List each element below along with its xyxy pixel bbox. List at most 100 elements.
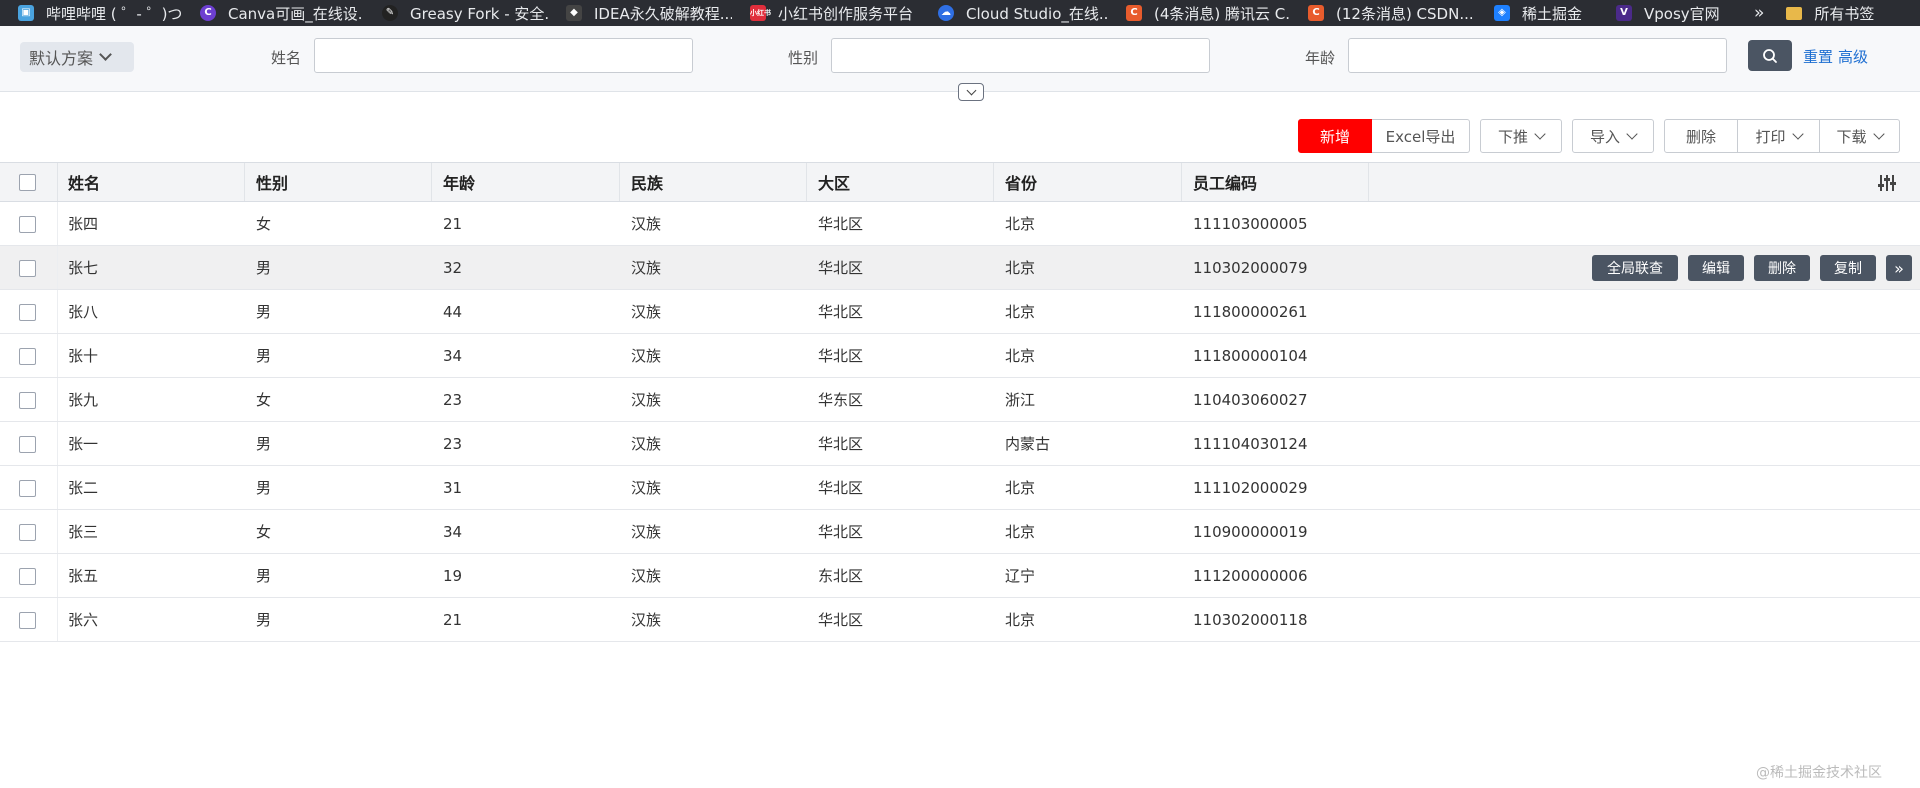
column-settings-icon[interactable]	[1877, 173, 1897, 193]
row-checkbox[interactable]	[19, 567, 36, 585]
plan-select[interactable]: 默认方案	[20, 42, 134, 72]
print-button[interactable]: 打印	[1738, 119, 1820, 153]
reset-link[interactable]: 重置	[1803, 46, 1833, 67]
column-header-ethnicity[interactable]: 民族	[631, 163, 663, 201]
cell-ethnicity: 汉族	[631, 215, 662, 233]
print-label: 打印	[1755, 127, 1786, 146]
table-row[interactable]: 张七 男 32 汉族 华北区 北京 110302000079 全局联查 编辑 删除 复制 »	[0, 246, 1920, 290]
bookmark-bilibili[interactable]: ▣ 哔哩哔哩 ( ゜- ゜)つ...	[0, 0, 182, 26]
table-row[interactable]: 张三 女 34 汉族 华北区 北京 110900000019	[0, 510, 1920, 554]
canva-icon: C	[200, 5, 216, 21]
bookmark-cloudstudio[interactable]: ☁ Cloud Studio_在线...	[920, 0, 1108, 26]
table-header-row: 姓名 性别 年龄 民族 大区 省份 员工编码	[0, 162, 1920, 202]
watermark: @稀土掘金技术社区	[1756, 765, 1882, 781]
xiaohongshu-icon: 小红书	[750, 5, 771, 21]
row-checkbox[interactable]	[19, 391, 36, 409]
cell-employee-code: 110900000019	[1193, 522, 1308, 541]
add-button[interactable]: 新增	[1298, 119, 1372, 153]
bookmark-tencent[interactable]: C (4条消息) 腾讯云 C...	[1108, 0, 1290, 26]
select-all-checkbox[interactable]	[19, 174, 36, 191]
row-checkbox[interactable]	[19, 523, 36, 541]
bookmark-canva[interactable]: C Canva可画_在线设...	[182, 0, 364, 26]
row-checkbox[interactable]	[19, 611, 36, 629]
cell-province: 浙江	[1005, 391, 1036, 409]
bookmarks-overflow-chevron-icon[interactable]: »	[1754, 3, 1764, 23]
excel-export-button[interactable]: Excel导出	[1372, 119, 1470, 153]
table-row[interactable]: 张二 男 31 汉族 华北区 北京 111102000029	[0, 466, 1920, 510]
collapse-toggle-button[interactable]	[958, 83, 984, 101]
cell-name: 张五	[68, 567, 99, 585]
table-row[interactable]: 张五 男 19 汉族 东北区 辽宁 111200000006	[0, 554, 1920, 598]
cloudstudio-icon: ☁	[938, 5, 954, 21]
edit-button[interactable]: 编辑	[1688, 255, 1744, 281]
column-header-name[interactable]: 姓名	[68, 163, 100, 201]
column-header-employee-code[interactable]: 员工编码	[1193, 163, 1257, 201]
cell-gender: 男	[256, 303, 272, 321]
column-header-age[interactable]: 年龄	[443, 163, 475, 201]
cell-region: 华北区	[818, 523, 864, 541]
cell-gender: 女	[256, 523, 272, 541]
table-row[interactable]: 张四 女 21 汉族 华北区 北京 111103000005	[0, 202, 1920, 246]
bookmark-xiaohongshu[interactable]: 小红书 小红书创作服务平台	[732, 0, 920, 26]
bookmark-vposy[interactable]: V Vposy官网	[1598, 0, 1732, 26]
cell-region: 华北区	[818, 479, 864, 497]
search-button[interactable]	[1748, 40, 1792, 71]
download-button[interactable]: 下载	[1820, 119, 1900, 153]
cell-gender: 女	[256, 215, 272, 233]
idea-icon: ◆	[566, 5, 582, 21]
search-icon	[1763, 48, 1777, 63]
name-input[interactable]	[314, 38, 693, 73]
push-down-button[interactable]: 下推	[1480, 119, 1562, 153]
cell-region: 华北区	[818, 435, 864, 453]
row-checkbox[interactable]	[19, 303, 36, 321]
column-header-gender[interactable]: 性别	[256, 163, 288, 201]
data-table: 姓名 性别 年龄 民族 大区 省份 员工编码 张四女 21 汉族 华北区 北京 11110…	[0, 162, 1920, 642]
column-header-region[interactable]: 大区	[818, 163, 850, 201]
bilibili-icon: ▣	[18, 5, 34, 21]
import-button[interactable]: 导入	[1572, 119, 1654, 153]
bookmark-juejin[interactable]: ◈ 稀土掘金	[1476, 0, 1598, 26]
column-header-province[interactable]: 省份	[1005, 163, 1037, 201]
row-delete-button[interactable]: 删除	[1754, 255, 1810, 281]
advanced-link[interactable]: 高级	[1838, 46, 1868, 67]
gender-field-label: 性别	[788, 49, 819, 67]
cell-name: 张十	[68, 347, 99, 365]
cell-age: 34	[443, 346, 463, 365]
row-checkbox[interactable]	[19, 479, 36, 497]
cell-employee-code: 110302000079	[1193, 258, 1308, 277]
more-actions-chevron-icon[interactable]: »	[1886, 255, 1912, 281]
table-row[interactable]: 张一 男 23 汉族 华北区 内蒙古 111104030124	[0, 422, 1920, 466]
row-checkbox[interactable]	[19, 435, 36, 453]
cell-province: 北京	[1005, 215, 1036, 233]
cell-employee-code: 110403060027	[1193, 390, 1308, 409]
cell-ethnicity: 汉族	[631, 347, 662, 365]
import-label: 导入	[1589, 127, 1620, 146]
copy-button[interactable]: 复制	[1820, 255, 1876, 281]
juejin-icon: ◈	[1494, 5, 1510, 21]
bookmark-csdn[interactable]: C (12条消息) CSDN...	[1290, 0, 1476, 26]
cell-ethnicity: 汉族	[631, 611, 662, 629]
cell-province: 北京	[1005, 303, 1036, 321]
gender-input[interactable]	[831, 38, 1210, 73]
row-checkbox[interactable]	[19, 215, 36, 233]
row-checkbox[interactable]	[19, 347, 36, 365]
delete-button[interactable]: 删除	[1664, 119, 1738, 153]
vposy-icon: V	[1616, 5, 1632, 21]
cell-age: 31	[443, 478, 463, 497]
bookmark-greasyfork[interactable]: ✎ Greasy Fork - 安全...	[364, 0, 548, 26]
cell-age: 21	[443, 610, 463, 629]
cell-name: 张四	[68, 215, 99, 233]
cell-age: 34	[443, 522, 463, 541]
table-row[interactable]: 张九 女 23 汉族 华东区 浙江 110403060027	[0, 378, 1920, 422]
row-checkbox[interactable]	[19, 259, 36, 277]
name-field-label: 姓名	[271, 49, 302, 67]
table-row[interactable]: 张十 男 34 汉族 华北区 北京 111800000104	[0, 334, 1920, 378]
table-row[interactable]: 张六 男 21 汉族 华北区 北京 110302000118	[0, 598, 1920, 642]
age-input[interactable]	[1348, 38, 1727, 73]
bookmark-folder-all[interactable]: 所有书签	[1764, 0, 1874, 26]
cell-ethnicity: 汉族	[631, 523, 662, 541]
cell-employee-code: 111800000261	[1193, 302, 1308, 321]
global-lookup-button[interactable]: 全局联查	[1592, 255, 1678, 281]
table-row[interactable]: 张八 男 44 汉族 华北区 北京 111800000261	[0, 290, 1920, 334]
bookmark-idea[interactable]: ◆ IDEA永久破解教程...	[548, 0, 732, 26]
